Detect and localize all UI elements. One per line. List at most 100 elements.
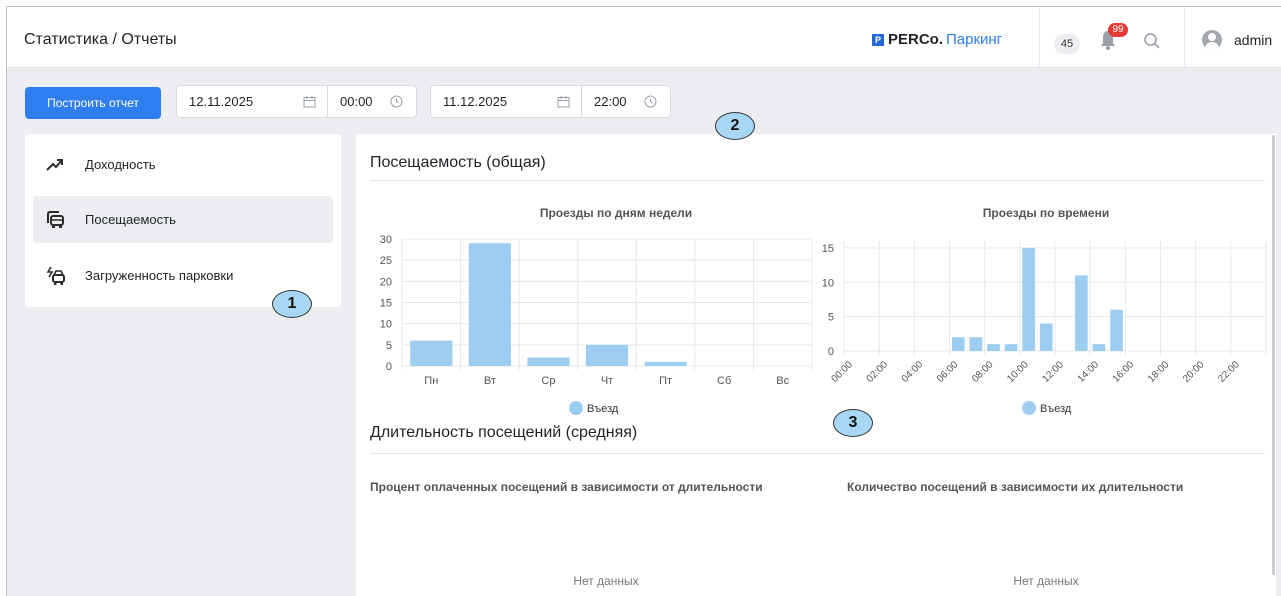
chart-bar <box>1004 344 1018 351</box>
chart-bar <box>1022 247 1035 351</box>
hourly-chart-title: Проезды по времени <box>982 206 1110 220</box>
car-front-icon <box>47 210 64 228</box>
chart-bar <box>951 337 965 351</box>
y-tick-label: 0 <box>386 361 392 373</box>
time-to-value: 22:00 <box>594 94 627 109</box>
y-tick-label: 20 <box>380 276 392 288</box>
user-name[interactable]: admin <box>1234 32 1272 48</box>
x-tick-label: 10:00 <box>1005 359 1031 385</box>
y-tick-label: 5 <box>828 312 834 324</box>
weekday-chart-title: Проезды по дням недели <box>539 206 693 220</box>
menu-item-attendance[interactable]: Посещаемость <box>33 196 333 243</box>
time-to-field[interactable]: 22:00 <box>581 86 670 117</box>
perco-logo-icon: P <box>872 33 884 46</box>
chart-bar <box>1092 344 1106 351</box>
x-tick-label: 18:00 <box>1146 359 1172 385</box>
menu-item-label: Доходность <box>85 157 156 172</box>
x-tick-label: Ср <box>541 375 555 387</box>
x-tick-label: Вт <box>484 375 496 387</box>
notification-badge: 99 <box>1108 23 1128 37</box>
brand-product: Паркинг <box>946 31 1003 48</box>
x-tick-label: 16:00 <box>1111 359 1137 385</box>
time-from-field[interactable]: 00:00 <box>327 86 416 117</box>
brand-name: PERCo. <box>888 31 944 48</box>
date-range-from: 12.11.2025 00:00 <box>176 85 417 118</box>
y-tick-label: 10 <box>822 277 834 289</box>
x-tick-label: 00:00 <box>829 359 855 385</box>
time-from-value: 00:00 <box>340 94 373 109</box>
y-tick-label: 5 <box>386 340 392 352</box>
chart-bar <box>1039 323 1053 351</box>
divider <box>370 453 1265 454</box>
chart-bar <box>468 243 511 366</box>
y-tick-label: 30 <box>380 234 392 246</box>
x-tick-label: 20:00 <box>1181 359 1207 385</box>
legend-swatch <box>1022 401 1036 415</box>
x-tick-label: 04:00 <box>900 359 926 385</box>
paid-percent-chart-title: Процент оплаченных посещений в зависимос… <box>370 480 763 494</box>
chart-bar <box>644 361 687 366</box>
x-tick-label: Вс <box>776 375 789 387</box>
date-from-field[interactable]: 12.11.2025 <box>177 86 327 117</box>
callout-2: 2 <box>715 112 755 140</box>
divider <box>370 180 1265 181</box>
counter-badge[interactable]: 45 <box>1054 34 1080 54</box>
y-tick-label: 25 <box>380 255 392 267</box>
x-tick-label: Чт <box>601 375 613 387</box>
calendar-icon[interactable] <box>557 95 570 108</box>
chart-bar <box>969 337 983 351</box>
callout-1: 1 <box>272 290 312 318</box>
no-data-label: Нет данных <box>1013 574 1079 588</box>
y-tick-label: 0 <box>828 346 834 358</box>
weekday-chart: 0 5 10 15 20 25 30 Пн Вт Ср Чт Пт Сб Вс Въезд <box>380 234 813 415</box>
y-tick-label: 15 <box>380 298 392 310</box>
menu-item-label: Посещаемость <box>85 212 176 227</box>
y-tick-label: 10 <box>380 319 392 331</box>
app-window: Статистика / Отчеты P PERCo. Паркинг 45 … <box>6 6 1281 596</box>
x-tick-label: 08:00 <box>970 359 996 385</box>
x-tick-label: Пн <box>424 375 438 387</box>
divider <box>1039 7 1040 68</box>
clock-icon[interactable] <box>644 95 657 108</box>
x-tick-label: 02:00 <box>865 359 891 385</box>
chart-bar <box>987 344 1000 351</box>
date-from-value: 12.11.2025 <box>189 94 254 109</box>
chart-bar <box>410 340 453 366</box>
car-load-icon <box>46 266 65 285</box>
build-report-button[interactable]: Построить отчет <box>25 87 161 119</box>
top-bar: Статистика / Отчеты P PERCo. Паркинг 45 … <box>7 7 1281 68</box>
calendar-icon[interactable] <box>303 95 316 108</box>
clock-icon[interactable] <box>390 95 403 108</box>
chart-bar <box>585 344 629 366</box>
menu-item-label: Загруженность парковки <box>85 268 234 283</box>
chart-bar <box>1110 309 1123 351</box>
x-tick-label: Пт <box>659 375 672 387</box>
visits-by-duration-chart-title: Количество посещений в зависимости их дл… <box>847 480 1184 494</box>
scrollbar[interactable] <box>1272 135 1275 575</box>
attendance-section-title: Посещаемость (общая) <box>370 154 546 171</box>
callout-3: 3 <box>833 409 873 437</box>
date-to-value: 11.12.2025 <box>443 94 508 109</box>
page-title: Статистика / Отчеты <box>24 31 177 48</box>
search-icon[interactable] <box>1143 32 1161 50</box>
legend-label: Въезд <box>587 403 619 415</box>
menu-item-revenue[interactable]: Доходность <box>33 141 333 188</box>
no-data-label: Нет данных <box>573 574 639 588</box>
duration-section-title: Длительность посещений (средняя) <box>370 424 638 441</box>
x-tick-label: 12:00 <box>1040 359 1066 385</box>
brand-logo: P PERCo. Паркинг <box>872 31 1002 48</box>
x-tick-label: Сб <box>717 375 731 387</box>
divider <box>1184 7 1185 68</box>
hourly-chart: 0 5 10 15 00:00 02:00 04:00 06:00 08:00 10:00 12:0… <box>822 241 1267 415</box>
trend-up-icon <box>46 158 63 171</box>
y-tick-label: 15 <box>822 243 834 255</box>
x-tick-label: 06:00 <box>935 359 961 385</box>
avatar[interactable] <box>1202 30 1222 50</box>
x-tick-label: 14:00 <box>1076 359 1102 385</box>
report-panel: Посещаемость (общая) Проезды по дням нед… <box>356 134 1276 596</box>
chart-bar <box>1075 275 1088 351</box>
date-to-field[interactable]: 11.12.2025 <box>431 86 581 117</box>
chart-bar <box>527 357 570 366</box>
legend-swatch <box>569 401 583 415</box>
report-type-menu: Доходность Посещаемость Загруженность па… <box>25 134 341 307</box>
